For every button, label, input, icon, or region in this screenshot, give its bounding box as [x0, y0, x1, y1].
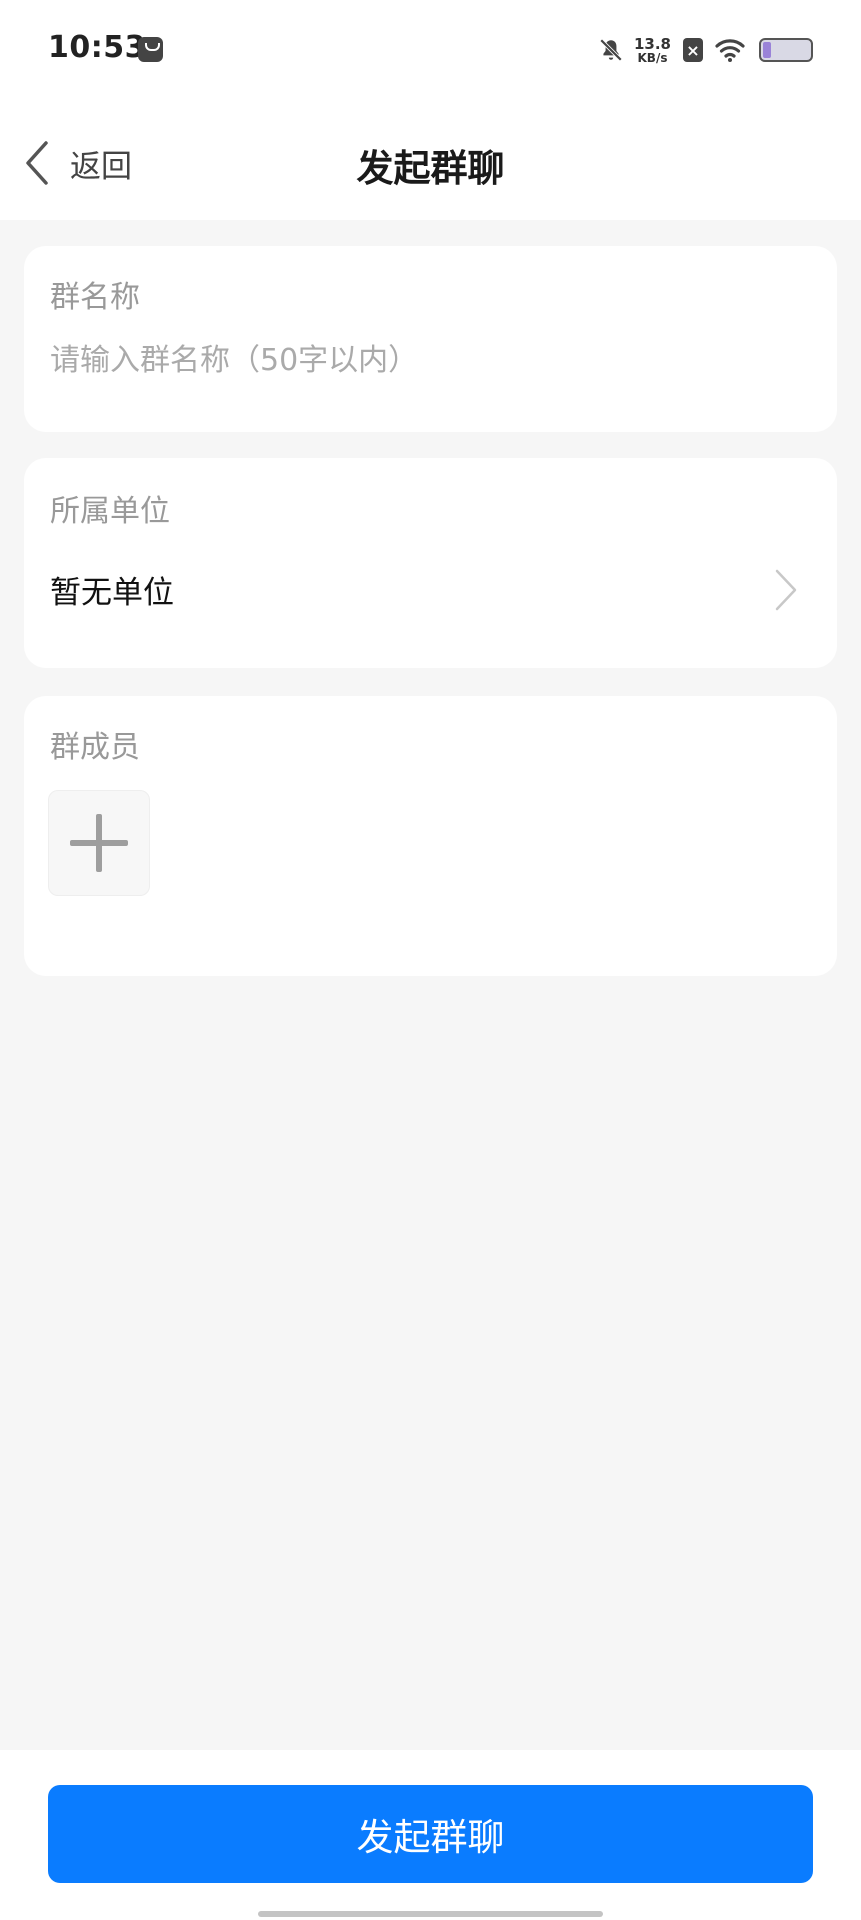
- group-name-card: [24, 246, 837, 432]
- add-member-button[interactable]: [48, 790, 150, 896]
- app-notification-icon: [138, 37, 163, 62]
- network-speed: 13.8 KB/s: [633, 34, 671, 65]
- group-name-label: 群名称: [50, 280, 140, 315]
- members-label: 群成员: [50, 730, 140, 765]
- status-icons: 13.8 KB/s ×: [598, 32, 813, 68]
- unit-label: 所属单位: [50, 494, 170, 529]
- network-speed-unit: KB/s: [637, 50, 668, 65]
- page-title: 发起群聊: [356, 147, 505, 190]
- chevron-right-icon: [775, 569, 797, 611]
- battery-icon: [759, 38, 813, 62]
- unit-selector[interactable]: 暂无单位: [24, 545, 837, 635]
- network-speed-value: 13.8: [633, 34, 671, 53]
- group-name-input[interactable]: [50, 343, 810, 378]
- no-sim-icon: ×: [683, 38, 703, 62]
- wifi-icon: [715, 39, 745, 62]
- status-time: 10:53: [48, 30, 146, 65]
- muted-bell-icon: [599, 38, 623, 62]
- status-bar: 10:53 13.8 KB/s ×: [0, 0, 861, 100]
- unit-value: 暂无单位: [50, 575, 174, 611]
- home-indicator[interactable]: [258, 1911, 603, 1917]
- start-group-chat-button[interactable]: 发起群聊: [48, 1785, 813, 1883]
- battery-level: [763, 42, 772, 58]
